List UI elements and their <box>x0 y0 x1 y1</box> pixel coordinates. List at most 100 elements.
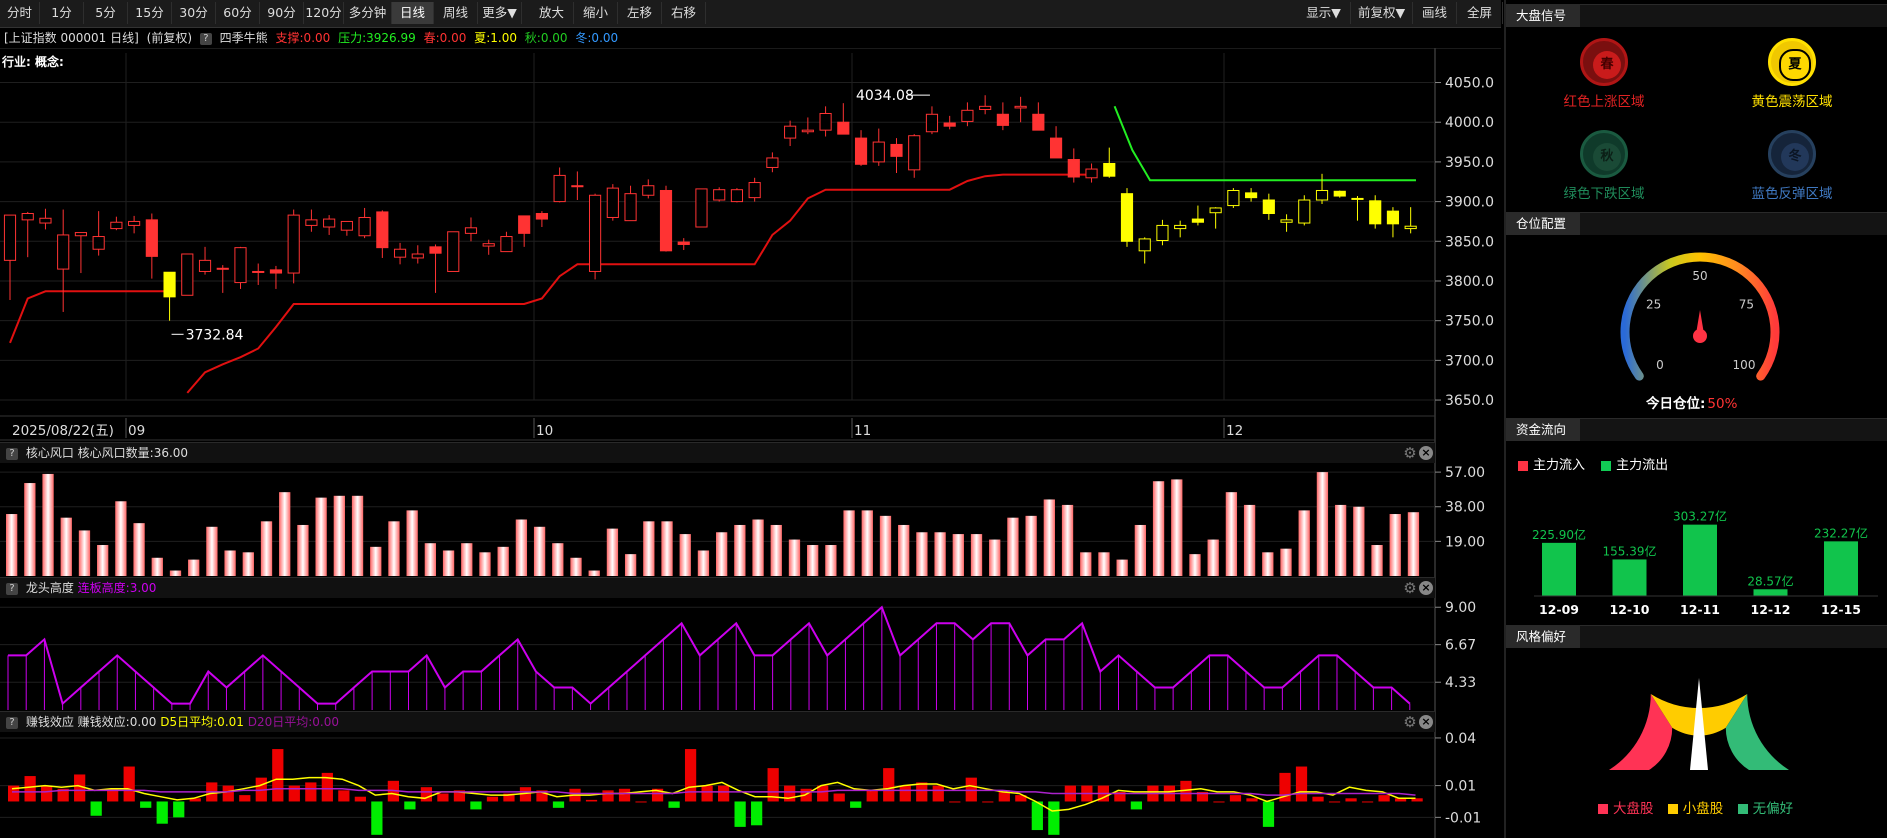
candle-body <box>482 243 495 247</box>
core-bar <box>1080 552 1092 576</box>
toolbar-button-4[interactable]: 30分 <box>172 2 216 24</box>
summer-icon: 夏 <box>1768 38 1816 86</box>
core-bar <box>1280 548 1292 576</box>
toolbar-button-14[interactable]: 左移 <box>618 2 662 24</box>
candle-body <box>872 141 885 163</box>
toolbar-button-1[interactable]: 1分 <box>40 2 84 24</box>
fund-bar-label: 225.90亿 <box>1532 527 1586 542</box>
core-bar <box>333 495 345 576</box>
toolbar-button-13[interactable]: 缩小 <box>574 2 618 24</box>
candle-body <box>1156 224 1169 242</box>
candle-body <box>1209 207 1222 214</box>
indicator-name: 四季牛熊 <box>219 31 268 45</box>
money-bar <box>883 768 895 802</box>
core-bar <box>1025 515 1037 576</box>
help-icon[interactable]: ? <box>6 582 18 595</box>
core-bar <box>515 519 528 576</box>
money-bar <box>982 801 994 803</box>
core-bar <box>388 521 400 576</box>
winter-char: 冬 <box>1781 143 1809 171</box>
help-icon[interactable]: ? <box>6 447 18 460</box>
toolbar-button-10[interactable]: 周线 <box>434 2 478 24</box>
toolbar-right-button-0[interactable]: 显示▼ <box>1297 2 1351 24</box>
toolbar-button-12[interactable]: 放大 <box>530 2 574 24</box>
candle-body <box>500 236 513 253</box>
toolbar-button-6[interactable]: 90分 <box>260 2 304 24</box>
toolbar-button-9[interactable]: 日线 <box>392 2 434 24</box>
candle-body <box>606 187 619 218</box>
candle-body <box>1369 200 1382 225</box>
core-bar <box>115 501 127 576</box>
core-bar <box>1043 499 1055 576</box>
toolbar-button-0[interactable]: 分时 <box>0 2 40 24</box>
toolbar-right-button-1[interactable]: 前复权▼ <box>1351 2 1413 24</box>
candle-body <box>429 246 442 254</box>
toolbar-button-11[interactable]: 更多▼ <box>478 2 522 24</box>
season-spring[interactable]: 春 红色上涨区域 <box>1524 38 1684 110</box>
candle-body <box>1351 197 1364 200</box>
candle-body <box>571 185 584 188</box>
price-tick-label: 3850.0 <box>1445 234 1494 250</box>
candle-body <box>1333 190 1346 197</box>
price-tick-label: 3800.0 <box>1445 274 1494 290</box>
toolbar-button-5[interactable]: 60分 <box>216 2 260 24</box>
season-summer[interactable]: 夏 黄色震荡区域 <box>1712 38 1872 110</box>
summer-char: 夏 <box>1779 49 1811 81</box>
legend-small: 小盘股 <box>1682 801 1724 817</box>
candle-body <box>1138 238 1151 252</box>
core-bar <box>825 545 837 576</box>
fund-category: 12-12 <box>1751 602 1791 617</box>
core-bar <box>679 534 691 576</box>
toolbar-button-3[interactable]: 15分 <box>128 2 172 24</box>
candle-body <box>677 241 690 245</box>
money-bar <box>1213 801 1225 803</box>
close-icon[interactable]: × <box>1419 715 1433 729</box>
candle-body <box>837 121 850 135</box>
money-bar <box>156 801 168 824</box>
candle-body <box>1103 162 1116 177</box>
money-bar <box>1361 801 1374 803</box>
core-bar <box>1098 552 1110 576</box>
season-winter[interactable]: 冬 蓝色反弹区域 <box>1712 130 1872 202</box>
candle-body <box>57 234 70 270</box>
toolbar-right-button-2[interactable]: 画线 <box>1413 2 1457 24</box>
toolbar-button-15[interactable]: 右移 <box>662 2 706 24</box>
candle-body <box>464 227 478 234</box>
candle-body <box>535 213 548 220</box>
candle-body <box>943 122 956 127</box>
month-label: 10 <box>536 423 553 439</box>
candle-body <box>1014 105 1027 109</box>
toolbar-button-8[interactable]: 多分钟 <box>344 2 392 24</box>
money-bar <box>585 799 598 802</box>
money-bar <box>338 790 350 802</box>
help-icon[interactable]: ? <box>199 32 212 45</box>
gear-icon[interactable]: ⚙ <box>1403 715 1417 730</box>
fund-bar <box>1824 541 1858 596</box>
date-label: 2025/08/22(五) <box>12 423 114 439</box>
panel-title: 核心风口 <box>25 446 74 460</box>
fund-category: 12-10 <box>1610 602 1650 617</box>
toolbar-button-7[interactable]: 120分 <box>304 2 344 24</box>
money-bar <box>486 796 499 802</box>
fund-category: 12-15 <box>1821 602 1861 617</box>
fund-bar-label: 303.27亿 <box>1673 509 1727 524</box>
dragon-height-line <box>8 605 1411 706</box>
core-bar <box>242 552 254 576</box>
close-icon[interactable]: × <box>1419 446 1433 460</box>
money-bar <box>949 801 961 803</box>
gear-icon[interactable]: ⚙ <box>1403 446 1417 461</box>
gear-icon[interactable]: ⚙ <box>1403 581 1417 596</box>
close-icon[interactable]: × <box>1419 581 1433 595</box>
position-label: 今日仓位: 50% <box>1646 392 1737 412</box>
position-text: 今日仓位: <box>1646 396 1706 412</box>
candle-body <box>92 236 105 250</box>
sub-tick-label: 0.04 <box>1445 731 1476 747</box>
help-icon[interactable]: ? <box>6 716 18 729</box>
candle-body <box>411 253 424 259</box>
season-autumn[interactable]: 秋 绿色下跌区域 <box>1524 130 1684 202</box>
toolbar-button-2[interactable]: 5分 <box>84 2 128 24</box>
toolbar-right-button-3[interactable]: 全屏 <box>1457 2 1503 24</box>
core-bar <box>1207 539 1219 576</box>
core-bar <box>224 550 236 576</box>
candle-body <box>1067 159 1080 178</box>
